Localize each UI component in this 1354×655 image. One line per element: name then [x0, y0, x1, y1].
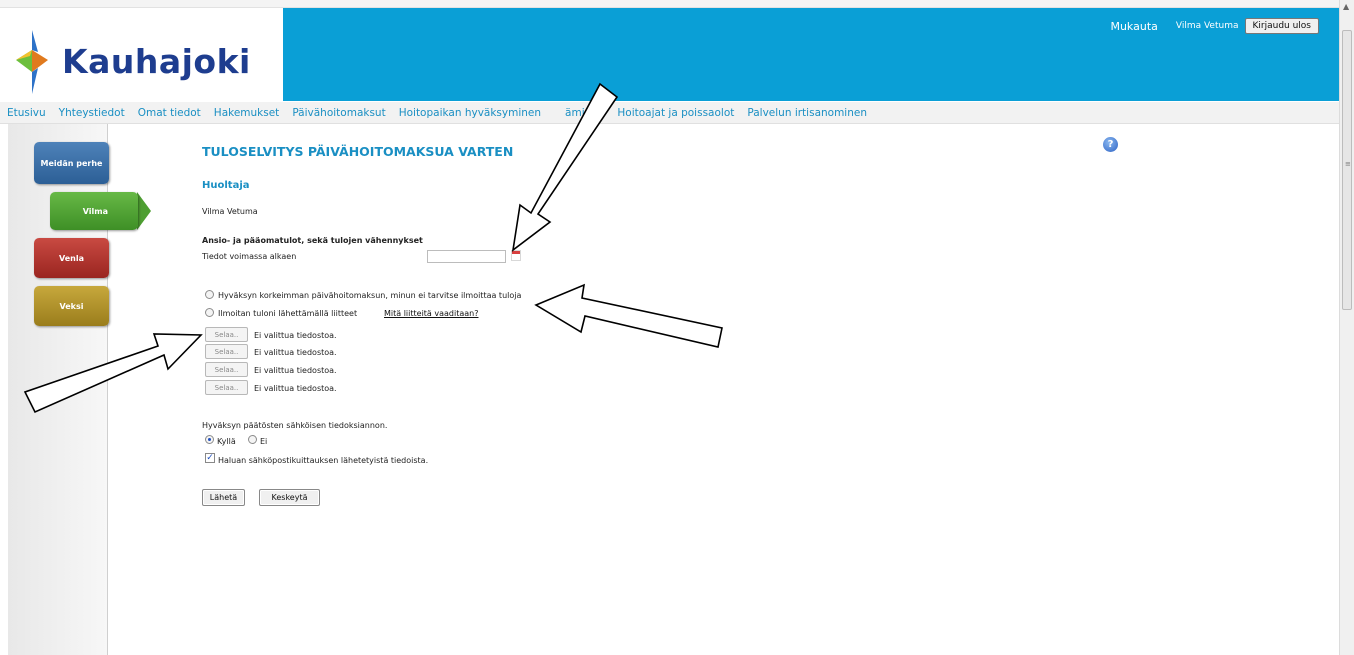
- annotation-arrows: [23, 82, 723, 414]
- scroll-grip-icon: ≡: [1345, 160, 1351, 168]
- scroll-up-icon[interactable]: ▲: [1343, 2, 1349, 11]
- arrow-up-right-icon: [23, 333, 203, 414]
- arrow-down-right-icon: [511, 82, 619, 252]
- scroll-thumb[interactable]: [1342, 30, 1352, 310]
- page-scrollbar[interactable]: ▲ ≡: [1339, 0, 1354, 655]
- arrow-left-icon: [534, 283, 723, 348]
